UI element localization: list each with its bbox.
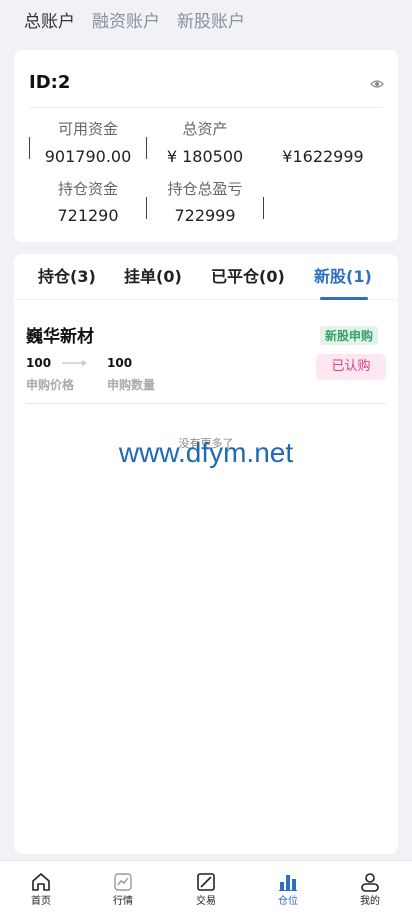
tab-pending-orders[interactable]: 挂单(0) (124, 266, 182, 288)
tab-margin-account[interactable]: 融资账户 (92, 10, 160, 34)
nav-market-label: 行情 (113, 896, 133, 907)
nav-home[interactable]: 首页 (16, 871, 66, 908)
holding-funds-label: 持仓资金 (57, 180, 118, 198)
user-icon (361, 873, 379, 892)
available-funds-label: 可用资金 (57, 120, 118, 138)
ipo-subscription-badge: 新股申购 (319, 326, 378, 345)
nav-trade[interactable]: 交易 (181, 871, 231, 908)
nav-position[interactable]: 仓位 (263, 871, 313, 908)
ipo-quantity-value: 100 (107, 356, 133, 370)
tab-ipo-account[interactable]: 新股账户 (177, 10, 245, 34)
account-id: ID:2 (29, 72, 71, 93)
position-tabs: 持仓(3) 挂单(0) 已平仓(0) 新股(1) (14, 254, 398, 300)
tab-new-shares[interactable]: 新股(1) (314, 266, 372, 288)
positions-panel: 持仓(3) 挂单(0) 已平仓(0) 新股(1) 巍华新材 新股申购 已认购 1… (14, 254, 398, 854)
nav-profile-label: 我的 (360, 896, 380, 907)
holding-pnl-label: 持仓总盈亏 (167, 180, 243, 198)
tab-total-account[interactable]: 总账户 (24, 10, 75, 34)
home-icon (32, 873, 50, 891)
divider (29, 137, 30, 159)
available-funds-value: 901790.00 (44, 147, 132, 166)
ipo-price-label: 申购价格 (26, 378, 75, 392)
bottom-nav: 首页 行情 交易 仓位 我的 (0, 860, 412, 915)
tab-closed-positions[interactable]: 已平仓(0) (211, 266, 285, 288)
account-tabs: 总账户 融资账户 新股账户 (24, 10, 245, 34)
holding-funds-value: 721290 (57, 206, 119, 225)
market-value: ¥1622999 (282, 147, 364, 166)
divider (263, 197, 264, 219)
ipo-price-value: 100 (26, 356, 52, 370)
divider (146, 197, 147, 219)
total-assets-value: ¥ 180500 (166, 147, 244, 166)
position-icon (279, 875, 297, 891)
account-card: ID:2 可用资金 901790.00 总资产 ¥ 180500 ¥162299… (14, 50, 398, 242)
ipo-quantity-label: 申购数量 (107, 378, 156, 392)
trade-icon (197, 873, 215, 891)
nav-home-label: 首页 (31, 896, 51, 907)
tab-holdings[interactable]: 持仓(3) (38, 266, 96, 288)
divider (146, 137, 147, 159)
total-assets-label: 总资产 (182, 120, 228, 138)
nav-market[interactable]: 行情 (98, 871, 148, 908)
watermark: www.dfym.net (118, 437, 294, 468)
active-tab-indicator (320, 297, 368, 300)
nav-profile[interactable]: 我的 (345, 871, 395, 908)
card-divider (29, 107, 383, 108)
chart-icon (114, 873, 132, 891)
ipo-list-item[interactable]: 巍华新材 新股申购 已认购 100 100 申购价格 申购数量 (26, 320, 386, 404)
eye-icon[interactable] (370, 77, 384, 91)
nav-trade-label: 交易 (196, 896, 216, 907)
ipo-stock-name: 巍华新材 (26, 327, 94, 347)
arrow-right-icon (62, 360, 87, 366)
holding-pnl-value: 722999 (174, 206, 236, 225)
subscribed-status-button[interactable]: 已认购 (316, 354, 386, 380)
nav-position-label: 仓位 (278, 896, 298, 907)
